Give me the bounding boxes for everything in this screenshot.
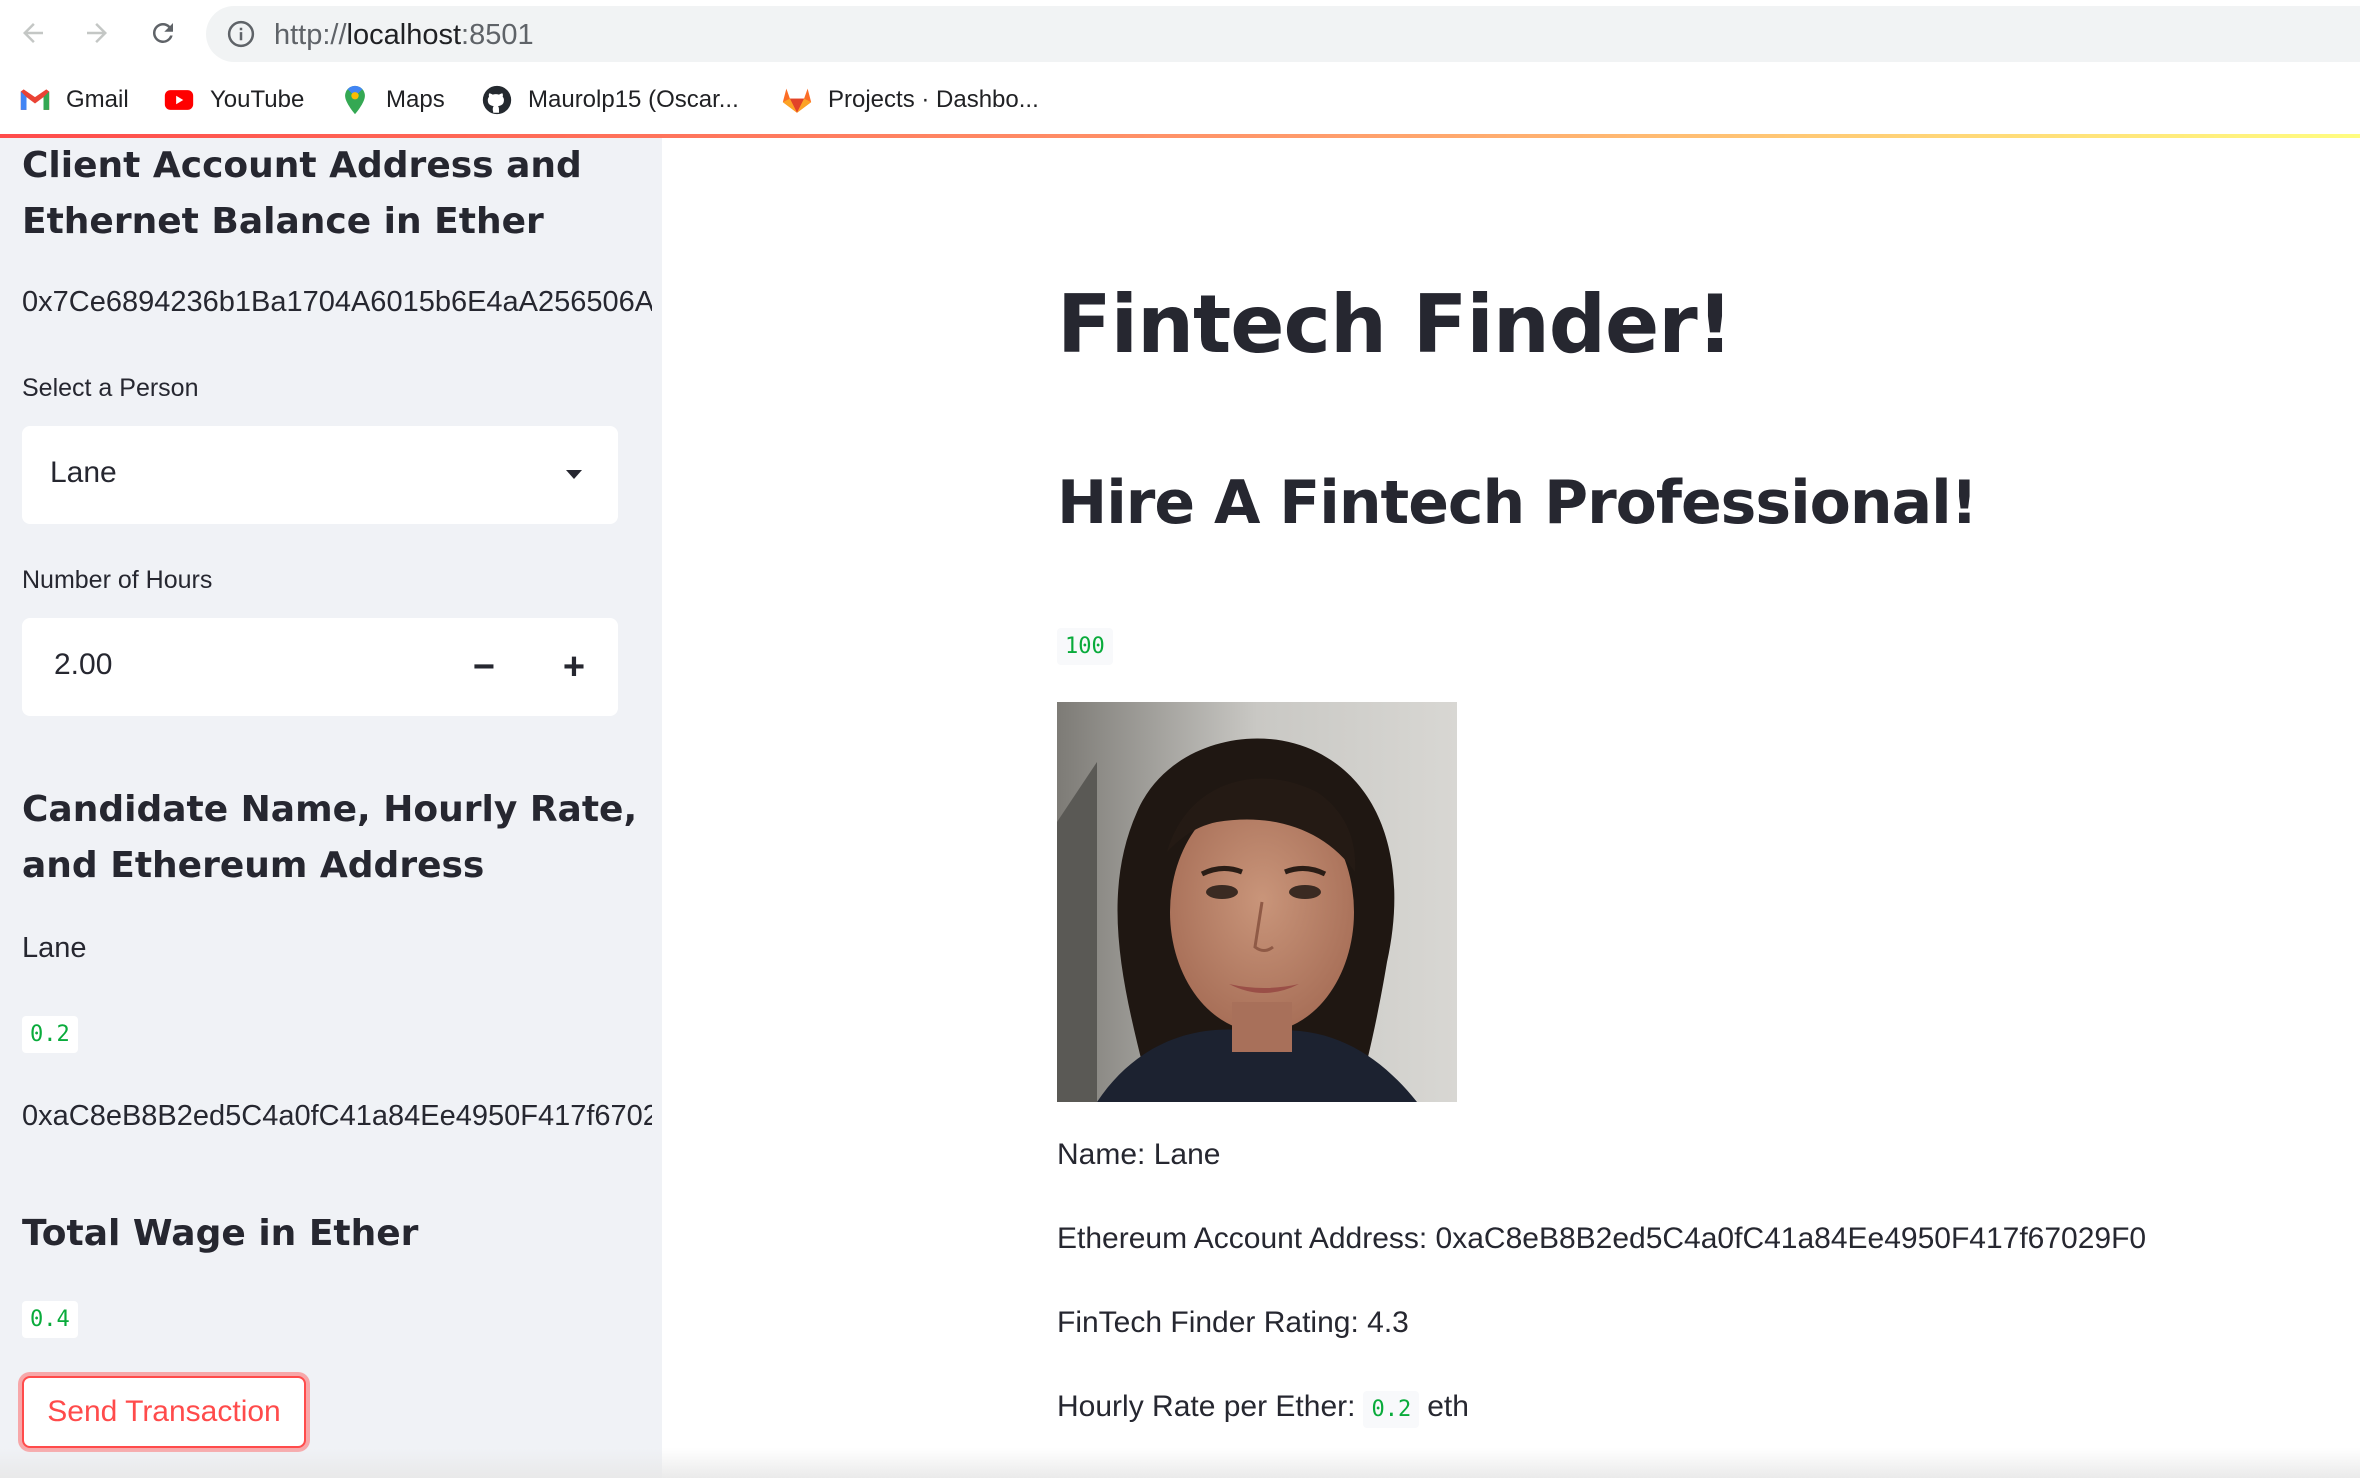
gitlab-icon <box>782 88 812 113</box>
url-scheme: http:// <box>274 19 347 51</box>
hours-value[interactable]: 2.00 <box>54 648 112 682</box>
bookmark-label: Maurolp15 (Oscar... <box>528 86 739 113</box>
bookmark-label: Projects · Dashbo... <box>828 86 1039 113</box>
portrait-image <box>1057 702 1457 1102</box>
url-text[interactable]: http://localhost:8501 <box>274 19 534 52</box>
bookmark-github[interactable]: Maurolp15 (Oscar... <box>480 82 739 118</box>
page-title: Fintech Finder! <box>1057 278 1733 371</box>
info-icon[interactable] <box>226 19 256 49</box>
url-port: :8501 <box>461 19 534 51</box>
candidate-rate: 0.2 <box>22 1016 78 1053</box>
main-content: Fintech Finder! Hire A Fintech Professio… <box>662 138 2360 1478</box>
decrement-button[interactable]: − <box>440 618 528 716</box>
count-badge: 100 <box>1057 628 1113 665</box>
maps-icon <box>345 85 365 115</box>
scroll-fade <box>0 1448 2360 1478</box>
reload-button[interactable] <box>140 10 186 56</box>
wage-value: 0.4 <box>22 1301 78 1338</box>
hourly-rate-line: Hourly Rate per Ether: 0.2 eth <box>1057 1390 1469 1428</box>
candidate-name: Lane <box>22 932 87 964</box>
send-transaction-button[interactable]: Send Transaction <box>22 1376 306 1448</box>
url-host: localhost <box>346 19 462 51</box>
bookmark-youtube[interactable]: YouTube <box>162 82 304 118</box>
person-select-value: Lane <box>50 456 117 489</box>
arrow-right-icon <box>87 23 107 43</box>
account-address: 0x7Ce6894236b1Ba1704A6015b6E4aA256506AC <box>22 286 652 318</box>
github-icon <box>482 85 512 115</box>
chevron-down-icon <box>566 470 582 479</box>
reload-icon <box>152 22 173 43</box>
account-heading: Client Account Address and Ethernet Bala… <box>22 145 582 242</box>
hourly-rate-value: 0.2 <box>1363 1391 1420 1428</box>
hourly-rate-suffix: eth <box>1427 1390 1469 1423</box>
candidate-name-line: Name: Lane <box>1057 1138 1221 1171</box>
candidate-address-line: Ethereum Account Address: 0xaC8eB8B2ed5C… <box>1057 1222 2147 1255</box>
bookmark-gitlab[interactable]: Projects · Dashbo... <box>780 82 1039 118</box>
bookmark-label: Gmail <box>66 86 129 113</box>
hourly-rate-prefix: Hourly Rate per Ether: <box>1057 1390 1356 1423</box>
page-subtitle: Hire A Fintech Professional! <box>1057 468 1978 538</box>
candidate-rating-line: FinTech Finder Rating: 4.3 <box>1057 1306 1409 1339</box>
candidate-heading: Candidate Name, Hourly Rate, and Ethereu… <box>22 789 638 886</box>
candidate-photo <box>1057 702 1457 1102</box>
wage-heading: Total Wage in Ether <box>22 1213 419 1254</box>
bookmark-label: Maps <box>386 86 445 113</box>
hours-label: Number of Hours <box>22 566 213 594</box>
address-bar[interactable]: http://localhost:8501 <box>206 6 2360 62</box>
youtube-icon <box>164 90 194 110</box>
hours-input[interactable]: 2.00 − + <box>22 618 618 716</box>
arrow-left-icon <box>23 23 43 43</box>
bookmark-gmail[interactable]: Gmail <box>18 82 129 118</box>
forward-button[interactable] <box>74 10 120 56</box>
bookmark-maps[interactable]: Maps <box>338 82 445 118</box>
browser-toolbar: http://localhost:8501 <box>0 0 2360 66</box>
bookmarks-bar: Gmail YouTube Maps Maurolp15 (Oscar... P… <box>0 66 2360 134</box>
sidebar: Client Account Address and Ethernet Bala… <box>0 138 662 1478</box>
candidate-address: 0xaC8eB8B2ed5C4a0fC41a84Ee4950F417f67029… <box>22 1100 652 1132</box>
back-button[interactable] <box>10 10 56 56</box>
bookmark-label: YouTube <box>210 86 305 113</box>
select-person-label: Select a Person <box>22 374 199 402</box>
person-select[interactable]: Lane <box>22 426 618 524</box>
increment-button[interactable]: + <box>530 618 618 716</box>
gmail-icon <box>20 89 50 110</box>
